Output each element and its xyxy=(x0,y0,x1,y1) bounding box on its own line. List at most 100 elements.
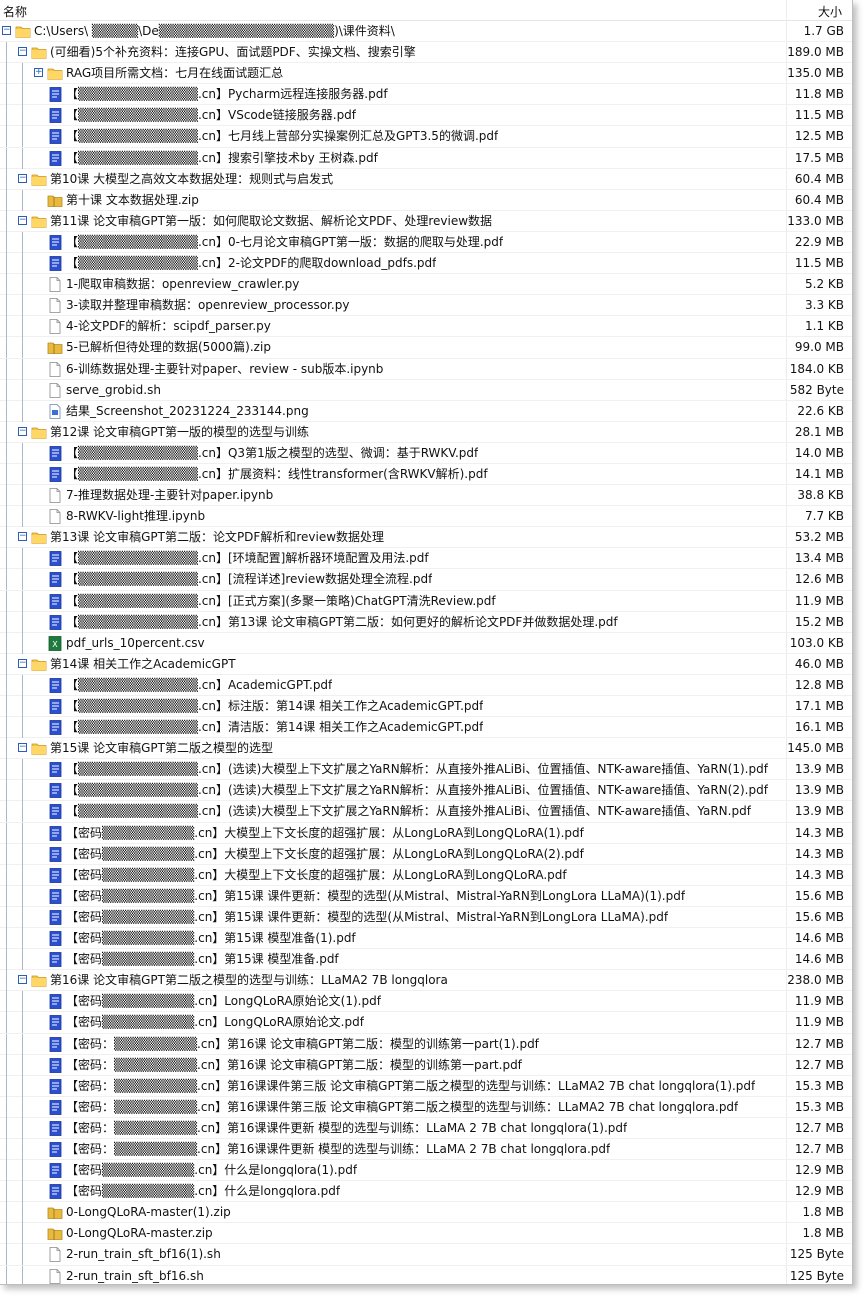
collapse-toggle-icon[interactable]: − xyxy=(18,658,27,668)
tree-file-row[interactable]: serve_grobid.sh 582 Byte xyxy=(0,379,852,401)
tree-file-row[interactable]: Xpdf_urls_10percent.csv 103.0 KB xyxy=(0,632,852,654)
tree-file-row[interactable]: 【▒▒▒▒▒▒▒▒▒▒▒▒▒.cn】扩展资料：线性transformer(含RW… xyxy=(0,463,852,486)
tree-file-row[interactable]: 【密码：▒▒▒▒▒▒▒▒▒.cn】第16课课件更新 模型的选型与训练：LLaMA… xyxy=(0,1117,852,1139)
tree-file-row[interactable]: 【▒▒▒▒▒▒▒▒▒▒▒▒▒.cn】[环境配置]解析器环境配置及用法.pdf 13… xyxy=(0,548,852,570)
item-size: 14.6 MB xyxy=(794,952,844,967)
tree-file-row[interactable]: 5-已解析但待处理的数据(5000篇).zip 99.0 MB xyxy=(0,337,852,359)
collapse-toggle-icon[interactable]: − xyxy=(18,975,27,985)
tree-file-row[interactable]: 【密码▒▒▒▒▒▒▒▒▒▒.cn】大模型上下文长度的超强扩展：从LongLoRA… xyxy=(0,843,852,865)
tree-file-row[interactable]: 【密码▒▒▒▒▒▒▒▒▒▒.cn】第15课 课件更新：模型的选型(从Mistra… xyxy=(0,885,852,907)
tree-guide-line xyxy=(6,337,7,359)
tree-file-row[interactable]: 【▒▒▒▒▒▒▒▒▒▒▒▒▒.cn】清洁版：第14课 相关工作之Academic… xyxy=(0,717,852,739)
item-name: 第16课 论文审稿GPT第二版之模型的选型与训练：LLaMA2 7B longq… xyxy=(50,973,448,988)
tree-file-row[interactable]: 【▒▒▒▒▒▒▒▒▒▒▒▒▒.cn】(选读)大模型上下文扩展之YaRN解析：从直… xyxy=(0,801,852,823)
item-size: 103.0 KB xyxy=(789,635,844,650)
tree-file-row[interactable]: 【密码▒▒▒▒▒▒▒▒▒▒.cn】第15课 模型准备(1).pdf 14.6 MB xyxy=(0,928,852,950)
tree-file-row[interactable]: 【密码：▒▒▒▒▒▒▒▒▒.cn】第16课课件第三版 论文审稿GPT第二版之模型… xyxy=(0,1096,852,1118)
tree-file-row[interactable]: 结果_Screenshot_20231224_233144.png 22.6 KB xyxy=(0,400,852,422)
tree-file-row[interactable]: 4-论文PDF的解析：scipdf_parser.py 1.1 KB xyxy=(0,316,852,338)
tree-folder-row[interactable]: − 第14课 相关工作之AcademicGPT 46.0 MB xyxy=(0,653,852,675)
size-column-header[interactable]: 大小 xyxy=(818,3,842,20)
tree-folder-row[interactable]: − 第15课 论文审稿GPT第二版之模型的选型 145.0 MB xyxy=(0,738,852,760)
folder-icon xyxy=(31,214,47,229)
tree-file-row[interactable]: 第十课 文本数据处理.zip 60.4 MB xyxy=(0,189,852,211)
item-size: 11.5 MB xyxy=(794,108,844,123)
tree-file-row[interactable]: 【▒▒▒▒▒▒▒▒▒▒▒▒▒.cn】[正式方案](多聚一策略)ChatGPT清洗… xyxy=(0,590,852,612)
zip-folder-icon xyxy=(47,1226,63,1241)
tree-file-row[interactable]: 【▒▒▒▒▒▒▒▒▒▒▒▒▒.cn】[流程详述]review数据处理全流程.pd… xyxy=(0,569,852,591)
tree-guide-line xyxy=(6,1202,7,1224)
tree-folder-row[interactable]: − 第13课 论文审稿GPT第二版：论文PDF解析和review数据处理 53.2 … xyxy=(0,527,852,549)
tree-file-row[interactable]: 【密码▒▒▒▒▒▒▒▒▒▒.cn】LongQLoRA原始论文(1).pdf 11.… xyxy=(0,991,852,1013)
tree-file-row[interactable]: 【▒▒▒▒▒▒▒▒▒▒▒▒▒.cn】第13课 论文审稿GPT第二版：如何更好的解… xyxy=(0,611,852,633)
tree-file-row[interactable]: 【▒▒▒▒▒▒▒▒▒▒▒▒▒.cn】Pycharm远程连接服务器.pdf 11.8… xyxy=(0,84,852,106)
collapse-toggle-icon[interactable]: − xyxy=(18,426,27,436)
tree-file-row[interactable]: 【▒▒▒▒▒▒▒▒▒▒▒▒▒.cn】(选读)大模型上下文扩展之YaRN解析：从直… xyxy=(0,780,852,802)
tree-file-row[interactable]: 2-run_train_sft_bf16(1).sh 125 Byte xyxy=(0,1244,852,1266)
collapse-toggle-icon[interactable]: − xyxy=(18,173,27,183)
folder-icon xyxy=(31,425,47,440)
item-size: 14.3 MB xyxy=(794,867,844,882)
expand-toggle-icon[interactable]: + xyxy=(34,68,43,78)
tree-file-row[interactable]: 【▒▒▒▒▒▒▒▒▒▒▒▒▒.cn】2-论文PDF的爬取download_pdf… xyxy=(0,253,852,275)
tree-file-row[interactable]: 6-训练数据处理-主要针对paper、review - sub版本.ipynb 1… xyxy=(0,358,852,380)
tree-file-row[interactable]: 【▒▒▒▒▒▒▒▒▒▒▒▒▒.cn】VScode链接服务器.pdf 11.5 MB xyxy=(0,105,852,127)
tree-file-row[interactable]: 【密码：▒▒▒▒▒▒▒▒▒.cn】第16课 论文审稿GPT第二版：模型的训练第一… xyxy=(0,1033,852,1055)
tree-folder-row[interactable]: − C:\Users\ ▒▒▒▒▒\De▒▒▒▒▒▒▒▒▒▒▒▒▒▒▒▒▒▒▒)\… xyxy=(0,21,852,43)
tree-file-row[interactable]: 8-RWKV-light推理.ipynb 7.7 KB xyxy=(0,506,852,528)
collapse-toggle-icon[interactable]: − xyxy=(18,743,27,753)
tree-guide-line xyxy=(6,928,7,950)
collapse-toggle-icon[interactable]: − xyxy=(18,47,27,57)
item-name: 【▒▒▒▒▒▒▒▒▒▒▒▒▒.cn】(选读)大模型上下文扩展之YaRN解析：从直… xyxy=(66,804,751,819)
tree-file-row[interactable]: 3-读取并整理审稿数据：openreview_processor.py 3.3 K… xyxy=(0,295,852,317)
tree-file-row[interactable]: 【▒▒▒▒▒▒▒▒▒▒▒▒▒.cn】搜索引擎技术by 王树森.pdf 17.5 M… xyxy=(0,147,852,169)
tree-file-row[interactable]: 【密码▒▒▒▒▒▒▒▒▒▒.cn】什么是longqlora.pdf 12.9 MB xyxy=(0,1181,852,1203)
item-size: 582 Byte xyxy=(789,382,844,397)
tree-file-row[interactable]: 0-LongQLoRA-master.zip 1.8 MB xyxy=(0,1223,852,1245)
tree-folder-row[interactable]: − (可细看)5个补充资料：连接GPU、面试题PDF、实操文档、搜索引擎 189.0… xyxy=(0,42,852,64)
tree-guide-line xyxy=(6,63,7,85)
tree-file-row[interactable]: 【▒▒▒▒▒▒▒▒▒▒▒▒▒.cn】标注版：第14课 相关工作之Academic… xyxy=(0,696,852,718)
tree-guide-line xyxy=(6,632,7,654)
tree-folder-row[interactable]: + RAG项目所需文档：七月在线面试题汇总 135.0 MB xyxy=(0,63,852,85)
collapse-toggle-icon[interactable]: − xyxy=(18,215,27,225)
tree-folder-row[interactable]: − 第11课 论文审稿GPT第一版：如何爬取论文数据、解析论文PDF、处理revi… xyxy=(0,210,852,232)
item-size: 14.6 MB xyxy=(794,931,844,946)
tree-file-row[interactable]: 2-run_train_sft_bf16.sh 125 Byte xyxy=(0,1265,852,1284)
tree-file-row[interactable]: 【密码：▒▒▒▒▒▒▒▒▒.cn】第16课课件更新 模型的选型与训练：LLaMA… xyxy=(0,1138,852,1161)
name-column-header[interactable]: 名称 xyxy=(3,3,27,20)
tree-file-row[interactable]: 0-LongQLoRA-master(1).zip 1.8 MB xyxy=(0,1202,852,1224)
tree-file-row[interactable]: 【▒▒▒▒▒▒▒▒▒▒▒▒▒.cn】七月线上营部分实操案例汇总及GPT3.5的微… xyxy=(0,126,852,148)
tree-guide-line xyxy=(22,843,23,865)
tree-file-row[interactable]: 【密码▒▒▒▒▒▒▒▒▒▒.cn】大模型上下文长度的超强扩展：从LongLoRA… xyxy=(0,822,852,844)
item-name: serve_grobid.sh xyxy=(66,382,161,397)
item-size: 14.0 MB xyxy=(794,445,844,460)
tree-file-row[interactable]: 1-爬取审稿数据：openreview_crawler.py 5.2 KB xyxy=(0,274,852,296)
tree-file-row[interactable]: 【密码▒▒▒▒▒▒▒▒▒▒.cn】LongQLoRA原始论文.pdf 11.9 M… xyxy=(0,1012,852,1034)
tree-file-row[interactable]: 7-推理数据处理-主要针对paper.ipynb 38.8 KB xyxy=(0,485,852,507)
tree-file-row[interactable]: 【▒▒▒▒▒▒▒▒▒▒▒▒▒.cn】(选读)大模型上下文扩展之YaRN解析：从直… xyxy=(0,759,852,781)
pdf-file-icon xyxy=(47,846,63,862)
tree-folder-row[interactable]: − 第10课 大模型之高效文本数据处理：规则式与启发式 60.4 MB xyxy=(0,168,852,190)
tree-file-row[interactable]: 【密码▒▒▒▒▒▒▒▒▒▒.cn】第15课 模型准备.pdf 14.6 MB xyxy=(0,949,852,971)
pdf-file-icon xyxy=(47,783,63,799)
item-name: 【▒▒▒▒▒▒▒▒▒▒▒▒▒.cn】2-论文PDF的爬取download_pdf… xyxy=(66,256,437,271)
pdf-file-icon xyxy=(47,1036,63,1052)
tree-file-row[interactable]: 【密码：▒▒▒▒▒▒▒▒▒.cn】第16课课件第三版 论文审稿GPT第二版之模型… xyxy=(0,1075,852,1097)
tree-file-row[interactable]: 【▒▒▒▒▒▒▒▒▒▒▒▒▒.cn】Q3第1版之模型的选型、微调：基于RWKV.… xyxy=(0,442,852,464)
tree-file-row[interactable]: 【密码：▒▒▒▒▒▒▒▒▒.cn】第16课 论文审稿GPT第二版：模型的训练第一… xyxy=(0,1054,852,1076)
item-name: 【密码▒▒▒▒▒▒▒▒▒▒.cn】第15课 模型准备.pdf xyxy=(66,952,339,967)
collapse-toggle-icon[interactable]: − xyxy=(2,26,11,35)
tree-guide-line xyxy=(22,864,23,886)
tree-file-row[interactable]: 【密码▒▒▒▒▒▒▒▒▒▒.cn】第15课 课件更新：模型的选型(从Mistra… xyxy=(0,906,852,929)
item-size: 189.0 MB xyxy=(787,45,844,60)
tree-file-row[interactable]: 【▒▒▒▒▒▒▒▒▒▒▒▒▒.cn】0-七月论文审稿GPT第一版：数据的爬取与处… xyxy=(0,231,852,254)
tree-folder-row[interactable]: − 第16课 论文审稿GPT第二版之模型的选型与训练：LLaMA2 7B long… xyxy=(0,970,852,992)
tree-file-row[interactable]: 【密码▒▒▒▒▒▒▒▒▒▒.cn】大模型上下文长度的超强扩展：从LongLoRA… xyxy=(0,864,852,886)
tree-file-row[interactable]: 【密码▒▒▒▒▒▒▒▒▒▒.cn】什么是longqlora(1).pdf 12.9… xyxy=(0,1160,852,1182)
item-name: 【▒▒▒▒▒▒▒▒▒▒▒▒▒.cn】VScode链接服务器.pdf xyxy=(66,108,357,123)
tree-folder-row[interactable]: − 第12课 论文审稿GPT第一版的模型的选型与训练 28.1 MB xyxy=(0,421,852,443)
tree-guide-line xyxy=(6,1012,7,1034)
collapse-toggle-icon[interactable]: − xyxy=(18,532,27,542)
tree-file-row[interactable]: 【▒▒▒▒▒▒▒▒▒▒▒▒▒.cn】AcademicGPT.pdf 12.8 MB xyxy=(0,674,852,696)
